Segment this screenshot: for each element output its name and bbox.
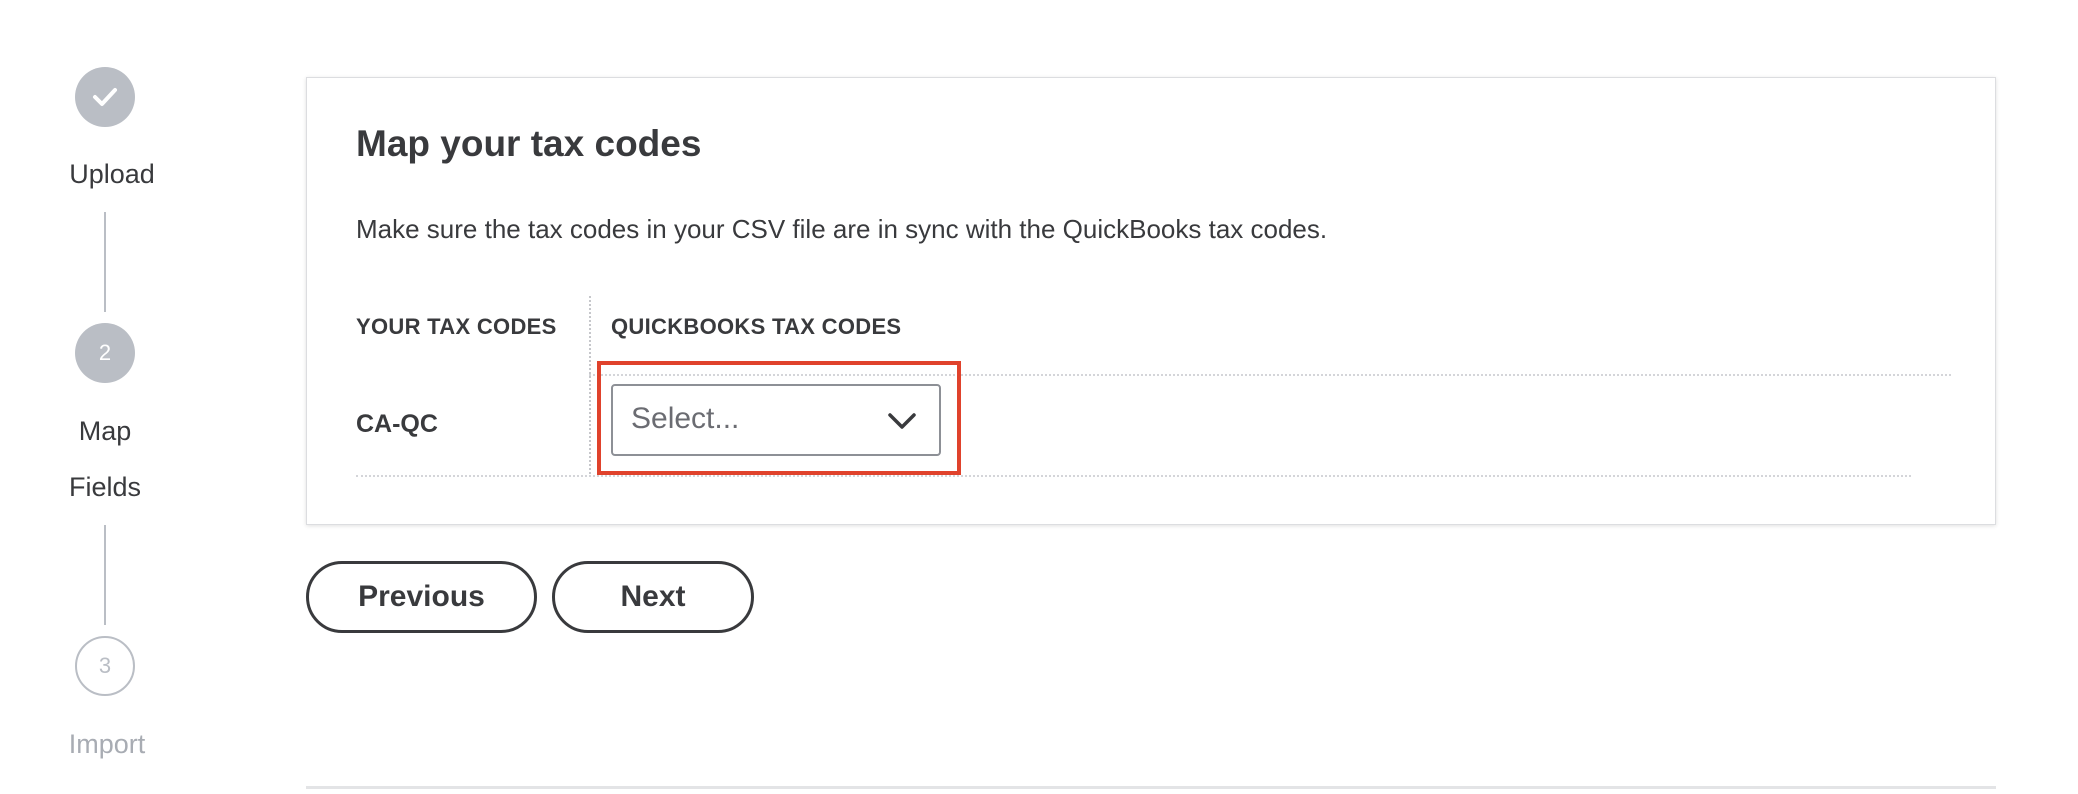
previous-button[interactable]: Previous [306, 561, 537, 633]
card-description: Make sure the tax codes in your CSV file… [356, 214, 1328, 244]
next-button[interactable]: Next [552, 561, 754, 633]
step-import-circle: 3 [75, 636, 135, 696]
column-divider [589, 296, 591, 474]
quickbooks-tax-code-select[interactable]: Select... [611, 384, 941, 456]
column-header-quickbooks-tax-codes: QUICKBOOKS TAX CODES [611, 314, 902, 339]
your-tax-code-cell: CA-QC [356, 410, 438, 438]
page: Upload 2 Map Fields 3 Import Map your ta… [0, 0, 2078, 794]
step-map-fields-circle: 2 [75, 323, 135, 383]
chevron-down-icon [888, 413, 916, 429]
step-connector [104, 525, 106, 625]
map-tax-codes-card: Map your tax codes Make sure the tax cod… [306, 77, 1996, 525]
step-connector [104, 212, 106, 312]
select-placeholder: Select... [631, 402, 740, 435]
bottom-divider [306, 786, 1996, 789]
row-divider [356, 475, 1911, 477]
column-header-your-tax-codes: YOUR TAX CODES [356, 314, 557, 339]
step-upload-circle [75, 67, 135, 127]
card-title: Map your tax codes [356, 123, 702, 164]
step-upload-label: Upload [69, 159, 155, 189]
step-import-label: Import [68, 729, 146, 759]
check-icon [93, 88, 117, 106]
progress-stepper: Upload 2 Map Fields 3 Import [0, 0, 220, 794]
step-map-fields-label: Map Fields [68, 416, 142, 502]
